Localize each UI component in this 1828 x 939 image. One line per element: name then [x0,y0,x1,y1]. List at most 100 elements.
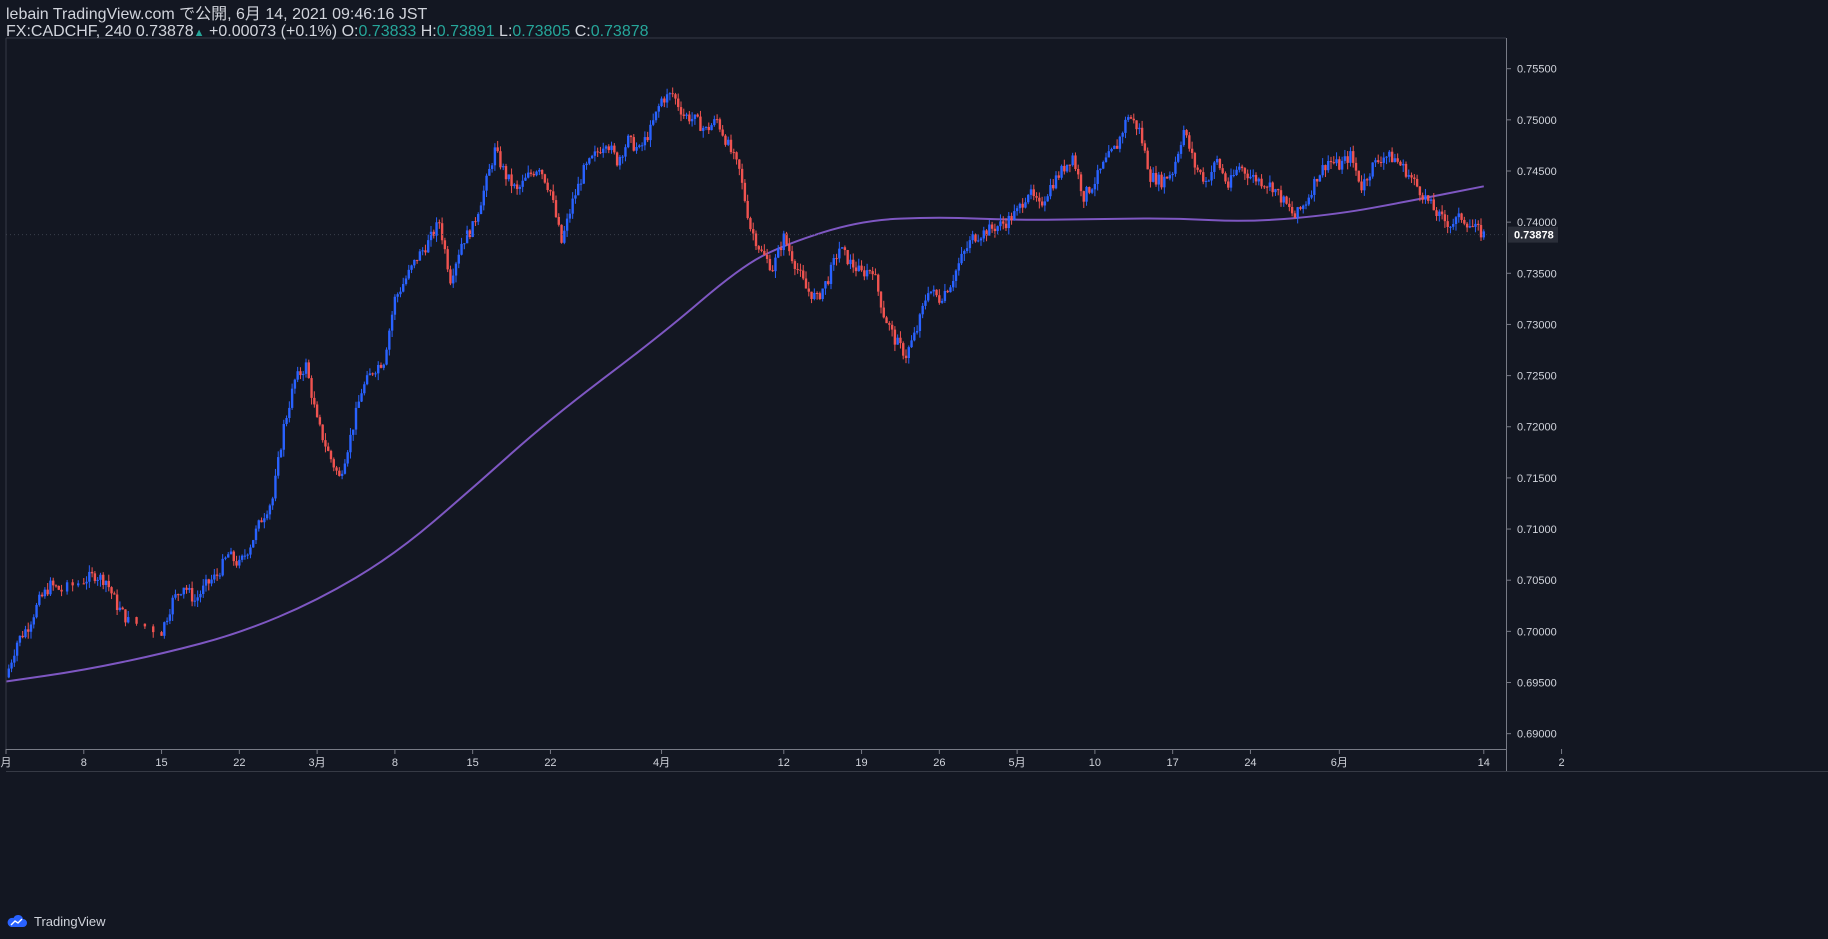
candle-body [507,174,510,180]
candle-body [543,174,547,183]
candle-body [460,243,463,255]
candle-body [402,284,405,292]
candle-body [1268,182,1272,188]
candle-body [774,257,777,272]
candle-body [935,289,938,296]
candle-body [1429,199,1433,201]
candle-body [913,332,916,341]
candle-body [1018,203,1022,209]
candle-body [824,281,827,289]
candle-body [65,582,69,592]
candle-body [1265,186,1269,188]
candle-body [185,587,188,590]
candle-body [1154,172,1158,185]
candle-body [1035,196,1038,198]
candle-body [474,221,477,223]
candle-body [1054,175,1058,189]
candle-body [1315,178,1319,182]
candle-body [860,265,863,271]
candle-body [504,166,508,180]
candle-body [1074,155,1077,169]
high-value: 0.73891 [436,23,495,40]
candle-body [1090,189,1094,193]
candle-body [777,248,780,258]
candle-body [671,93,674,95]
candle-body [1282,196,1285,203]
candle-body [1179,145,1183,154]
candle-body [1357,170,1360,182]
candle-body [1435,210,1438,216]
candle-body [954,270,958,281]
candle-body [385,349,388,365]
candle-body [1438,211,1441,216]
candle-body [840,247,844,249]
candle-body [1015,208,1019,212]
candle-body [688,114,691,122]
candle-body [1313,178,1316,195]
candle-body [118,607,122,611]
x-tick-label: 22 [544,757,556,769]
candle-body [332,459,335,468]
candle-body [1288,203,1291,208]
candle-body [1013,211,1016,221]
y-tick-label: 0.69500 [1517,678,1557,690]
x-tick-label: 24 [1244,757,1256,769]
candle-body [249,547,252,555]
candle-body [904,355,908,359]
candle-body [1021,203,1024,208]
candle-body [1399,161,1402,166]
candle-body [1224,173,1227,182]
candle-body [102,574,105,585]
candle-body [427,240,430,253]
candle-body [1038,197,1041,202]
candle-body [363,384,366,394]
candle-body [274,475,277,499]
candle-body [593,151,597,156]
candle-body [285,417,288,424]
candle-body [843,247,847,251]
candle-body [1424,195,1427,200]
candle-body [1404,163,1408,177]
candle-body [1471,226,1474,228]
candle-body [1393,158,1397,163]
candle-body [599,152,602,154]
candle-body [1082,191,1085,202]
candle-body [910,340,913,348]
chart-canvas[interactable]: 0.69000 0.69500 0.70000 0.70500 0.71000 0.715… [0,0,1828,939]
candle-body [590,155,594,159]
candle-body [340,473,344,476]
x-tick-label: 22 [233,757,245,769]
publish-info: lebain TradingView.com で公開, 6月 14, 2021 … [6,6,427,24]
candle-body [929,291,933,294]
x-tick-label: 5月 [1009,757,1026,769]
candle-body [374,373,377,375]
publish-info-text: lebain TradingView.com で公開, 6月 14, 2021 … [6,6,428,23]
candle-body [907,347,910,359]
candle-body [540,169,544,175]
candle-body [1115,145,1119,149]
candle-body [621,156,624,158]
candle-body [168,614,172,621]
candle-body [752,229,755,234]
candle-body [685,114,688,116]
candle-body [399,291,402,295]
candle-body [304,362,308,374]
candle-body [1260,178,1263,187]
candle-body [1388,151,1391,157]
candle-body [1363,179,1366,191]
candle-body [1343,156,1347,161]
candle-body [629,135,633,138]
candle-body [1340,160,1344,170]
x-tick-label: 3月 [309,757,326,769]
tradingview-branding[interactable]: TradingView [6,910,106,932]
candle-body [602,148,605,153]
candle-body [215,574,219,576]
candle-body [868,270,872,272]
candle-body [604,146,608,149]
candle-body [1057,175,1060,178]
candle-body [96,579,99,581]
candle-body [846,250,849,265]
price-change: +0.00073 (+0.1%) [209,23,338,40]
candle-body [635,147,638,151]
candle-body [35,604,38,618]
